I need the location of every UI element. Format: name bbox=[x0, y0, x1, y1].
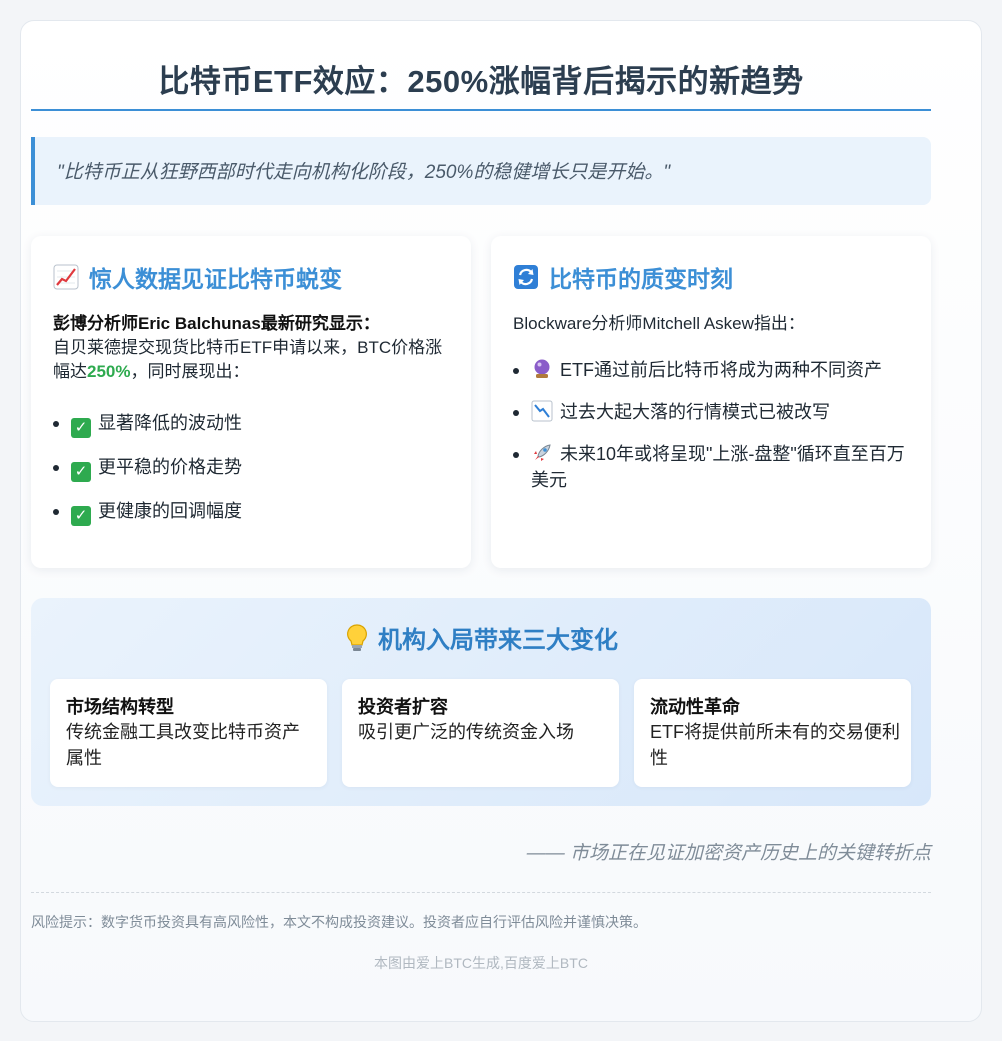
lightbulb-icon bbox=[347, 623, 367, 651]
three-changes-heading: 机构入局带来三大变化 bbox=[31, 620, 931, 655]
pull-quote: "比特币正从狂野西部时代走向机构化阶段，250%的稳健增长只是开始。" bbox=[31, 137, 931, 205]
list-item-text: 未来10年或将呈现"上涨-盘整"循环直至百万美元 bbox=[531, 444, 905, 490]
rocket-icon bbox=[534, 444, 551, 461]
check-mark-icon: ✓ bbox=[71, 418, 91, 438]
three-changes-section: 机构入局带来三大变化 市场结构转型 传统金融工具改变比特币资产属性 投资者扩容 … bbox=[31, 598, 931, 806]
list-item: 过去大起大落的行情模式已被改写 bbox=[513, 399, 913, 425]
change-card-text: 吸引更广泛的传统资金入场 bbox=[358, 722, 574, 742]
list-item-text: ETF通过前后比特币将成为两种不同资产 bbox=[560, 360, 882, 380]
list-item-text: 更健康的回调幅度 bbox=[98, 501, 242, 521]
list-item: 未来10年或将呈现"上涨-盘整"循环直至百万美元 bbox=[513, 441, 913, 493]
change-card-text: ETF将提供前所未有的交易便利性 bbox=[650, 722, 900, 768]
qualitative-change-panel: 比特币的质变时刻 Blockware分析师Mitchell Askew指出： E… bbox=[491, 236, 931, 568]
analyst-lead: Blockware分析师Mitchell Askew指出： bbox=[513, 314, 805, 333]
change-card: 流动性革命 ETF将提供前所未有的交易便利性 bbox=[634, 679, 911, 787]
change-card-title: 市场结构转型 bbox=[66, 697, 174, 717]
list-item: ✓ 显著降低的波动性 bbox=[53, 410, 453, 438]
panel-heading-text: 惊人数据见证比特币蜕变 bbox=[89, 266, 342, 292]
closing-line: —— 市场正在见证加密资产历史上的关键转折点 bbox=[526, 843, 931, 864]
list-item-text: 更平稳的价格走势 bbox=[98, 457, 242, 477]
list-item: ✓ 更平稳的价格走势 bbox=[53, 454, 453, 482]
generator-credit: 本图由爱上BTC生成,百度爱上BTC bbox=[374, 955, 588, 971]
change-list: ETF通过前后比特币将成为两种不同资产 过去大起大落的行情模式已被改写 未来10… bbox=[513, 357, 913, 509]
crystal-ball-icon bbox=[534, 359, 550, 378]
list-item-text: 显著降低的波动性 bbox=[98, 413, 242, 433]
title-underline bbox=[31, 109, 931, 111]
lead-bold: 彭博分析师Eric Balchunas最新研究显示： bbox=[53, 314, 380, 333]
change-card-title: 流动性革命 bbox=[650, 697, 740, 717]
improvement-list: ✓ 显著降低的波动性 ✓ 更平稳的价格走势 ✓ 更健康的回调幅度 bbox=[53, 410, 453, 542]
data-evidence-panel: 惊人数据见证比特币蜕变 彭博分析师Eric Balchunas最新研究显示： 自… bbox=[31, 236, 471, 568]
chart-increasing-icon bbox=[53, 264, 79, 290]
change-card-text: 传统金融工具改变比特币资产属性 bbox=[66, 722, 300, 768]
data-evidence-heading: 惊人数据见证比特币蜕变 bbox=[53, 260, 342, 294]
list-item: ✓ 更健康的回调幅度 bbox=[53, 498, 453, 526]
cycle-arrows-icon bbox=[514, 265, 538, 289]
page-title: 比特币ETF效应：250%涨幅背后揭示的新趋势 bbox=[158, 64, 804, 99]
panel-heading-text: 比特币的质变时刻 bbox=[549, 266, 733, 292]
section-heading-text: 机构入局带来三大变化 bbox=[378, 627, 618, 654]
footer-divider bbox=[31, 892, 931, 893]
check-mark-icon: ✓ bbox=[71, 506, 91, 526]
research-lead: 彭博分析师Eric Balchunas最新研究显示： 自贝莱德提交现货比特币ET… bbox=[53, 312, 453, 384]
qualitative-change-heading: 比特币的质变时刻 bbox=[513, 260, 733, 294]
lead-tail: ，同时展现出： bbox=[130, 362, 250, 381]
change-card: 市场结构转型 传统金融工具改变比特币资产属性 bbox=[50, 679, 327, 787]
change-card: 投资者扩容 吸引更广泛的传统资金入场 bbox=[342, 679, 619, 787]
risk-disclaimer: 风险提示：数字货币投资具有高风险性，本文不构成投资建议。投资者应自行评估风险并谨… bbox=[31, 914, 647, 930]
list-item-text: 过去大起大落的行情模式已被改写 bbox=[560, 402, 830, 422]
check-mark-icon: ✓ bbox=[71, 462, 91, 482]
list-item: ETF通过前后比特币将成为两种不同资产 bbox=[513, 357, 913, 383]
change-card-title: 投资者扩容 bbox=[358, 697, 448, 717]
chart-decreasing-icon bbox=[531, 400, 553, 422]
gain-highlight: 250% bbox=[87, 362, 131, 381]
